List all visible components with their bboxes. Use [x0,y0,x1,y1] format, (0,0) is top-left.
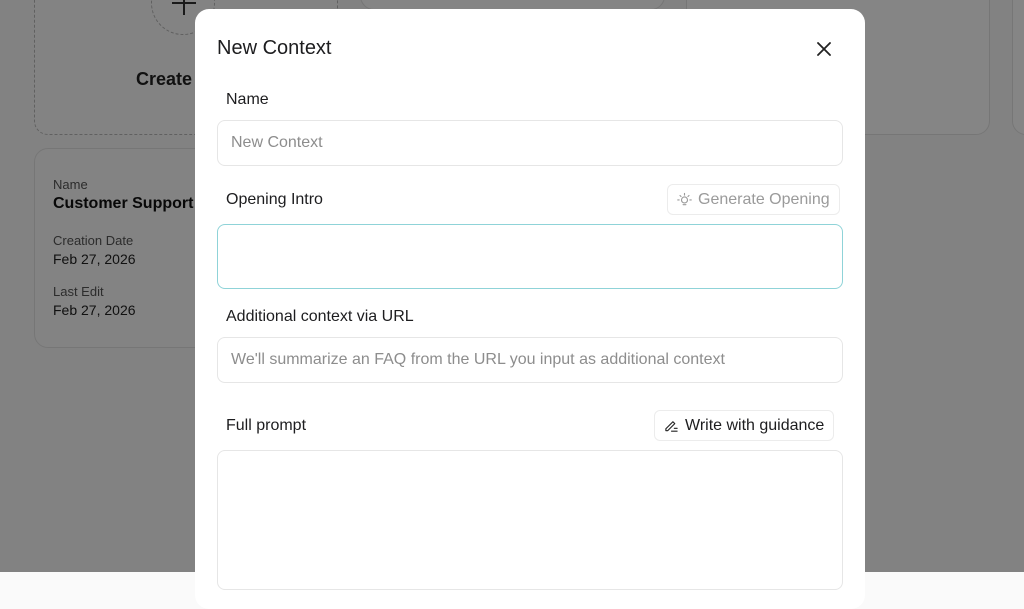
url-label: Additional context via URL [226,308,414,325]
modal-title: New Context [217,37,332,59]
lightbulb-icon [677,192,692,207]
full-prompt-label: Full prompt [226,417,307,434]
write-with-guidance-label: Write with guidance [685,416,825,434]
name-label: Name [226,91,269,108]
name-input[interactable] [217,120,843,166]
close-button[interactable] [812,37,836,61]
url-input[interactable] [217,337,843,383]
generate-opening-button[interactable]: Generate Opening [667,184,840,215]
opening-intro-textarea[interactable] [217,224,843,289]
new-context-modal: New Context Name Opening Intro Generate … [195,9,865,609]
generate-opening-label: Generate Opening [698,190,830,208]
pen-lines-icon [664,418,679,433]
full-prompt-textarea[interactable] [217,450,843,590]
close-icon [817,42,831,56]
write-with-guidance-button[interactable]: Write with guidance [654,410,835,441]
opening-intro-label: Opening Intro [226,191,323,208]
